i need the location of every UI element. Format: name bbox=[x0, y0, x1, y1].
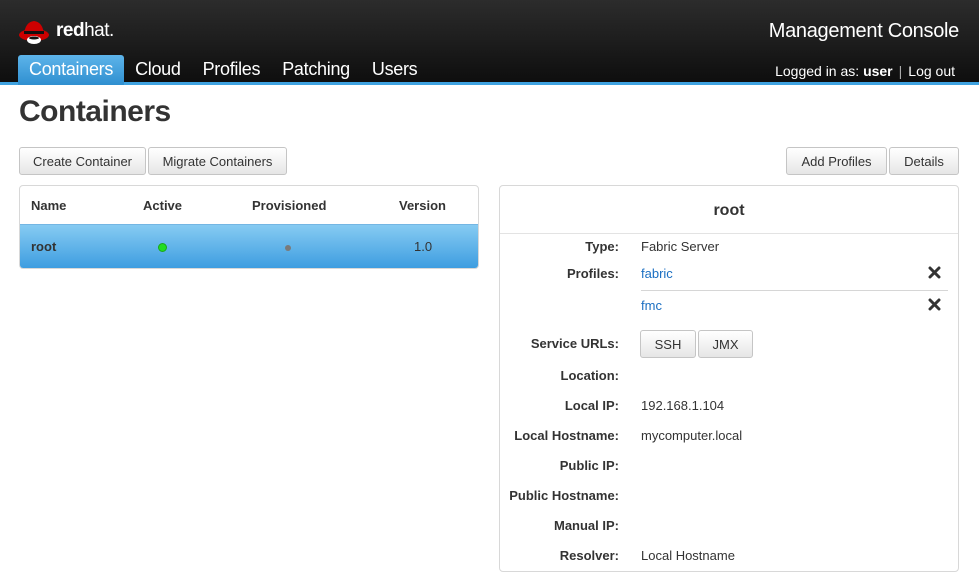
redhat-logo[interactable]: redhat. bbox=[18, 15, 114, 47]
nav-profiles[interactable]: Profiles bbox=[192, 55, 272, 85]
container-details-panel: root Type: Fabric Server Profiles: fabri… bbox=[499, 185, 959, 572]
resolver-value: Local Hostname bbox=[641, 548, 735, 563]
location-label: Location: bbox=[560, 368, 620, 383]
local-hostname-label: Local Hostname: bbox=[514, 428, 619, 443]
public-hostname-label: Public Hostname: bbox=[509, 488, 619, 503]
type-label: Type: bbox=[585, 239, 619, 254]
local-ip-value: 192.168.1.104 bbox=[641, 398, 725, 413]
console-title: Management Console bbox=[768, 20, 960, 42]
user-status: Logged in as: user | Log out bbox=[775, 63, 955, 79]
profile-link-fabric[interactable]: fabric bbox=[641, 266, 673, 281]
migrate-containers-button[interactable]: Migrate Containers bbox=[148, 147, 287, 175]
profile-link-fmc[interactable]: fmc bbox=[641, 298, 662, 313]
type-value: Fabric Server bbox=[641, 239, 720, 254]
col-version[interactable]: Version bbox=[399, 198, 446, 213]
username: user bbox=[863, 63, 893, 79]
brand-wordmark: redhat. bbox=[56, 20, 114, 41]
shadowman-icon bbox=[19, 21, 49, 44]
nav-containers[interactable]: Containers bbox=[18, 55, 125, 85]
containers-table: Name Active Provisioned Version root 1.0 bbox=[19, 185, 479, 269]
profile-divider bbox=[641, 290, 948, 291]
nav-users[interactable]: Users bbox=[361, 55, 429, 85]
row-name: root bbox=[31, 239, 57, 254]
resolver-label: Resolver: bbox=[559, 548, 619, 563]
logged-in-label: Logged in as: user bbox=[775, 63, 893, 79]
add-profiles-button[interactable]: Add Profiles bbox=[786, 147, 887, 175]
create-container-button[interactable]: Create Container bbox=[19, 147, 146, 175]
nav-patching[interactable]: Patching bbox=[271, 55, 361, 85]
profiles-label: Profiles: bbox=[566, 266, 619, 281]
local-hostname-value: mycomputer.local bbox=[641, 428, 743, 443]
col-name[interactable]: Name bbox=[31, 198, 66, 213]
active-status-icon bbox=[158, 243, 167, 252]
details-button[interactable]: Details bbox=[889, 147, 959, 175]
provisioned-status-icon bbox=[285, 245, 291, 251]
ssh-button[interactable]: SSH bbox=[640, 330, 696, 358]
manual-ip-label: Manual IP: bbox=[553, 518, 619, 533]
public-ip-label: Public IP: bbox=[559, 458, 619, 473]
remove-profile-fmc-icon[interactable] bbox=[928, 298, 941, 311]
table-header: Name Active Provisioned Version bbox=[20, 186, 478, 224]
top-navbar: redhat. Management Console Containers Cl… bbox=[0, 0, 979, 85]
details-title: root bbox=[500, 186, 958, 234]
local-ip-label: Local IP: bbox=[564, 398, 619, 413]
remove-profile-fabric-icon[interactable] bbox=[928, 266, 941, 279]
separator: | bbox=[898, 63, 903, 79]
col-active[interactable]: Active bbox=[143, 198, 182, 213]
main-nav: Containers Cloud Profiles Patching Users bbox=[18, 55, 428, 85]
nav-cloud[interactable]: Cloud bbox=[124, 55, 192, 85]
row-version: 1.0 bbox=[414, 239, 433, 254]
jmx-button[interactable]: JMX bbox=[698, 330, 753, 358]
col-provisioned[interactable]: Provisioned bbox=[252, 198, 326, 213]
service-urls-label: Service URLs: bbox=[530, 336, 619, 351]
logout-link[interactable]: Log out bbox=[908, 63, 955, 79]
page-title: Containers bbox=[19, 95, 171, 128]
table-row[interactable]: root 1.0 bbox=[20, 224, 478, 268]
